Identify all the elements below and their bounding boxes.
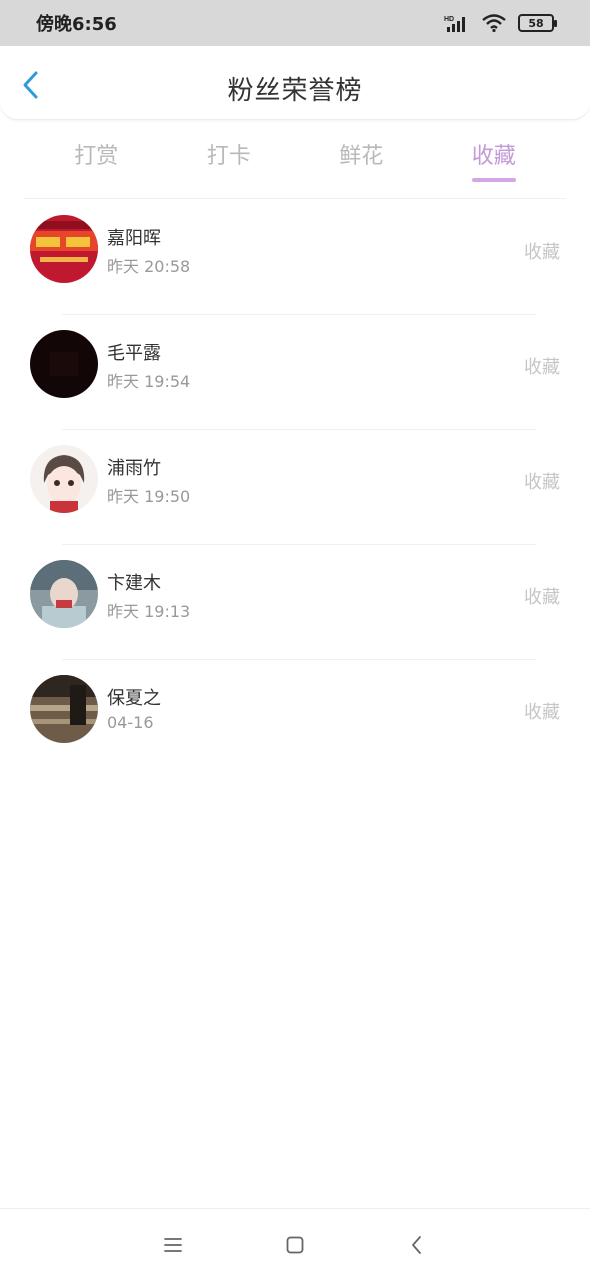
system-nav-bar [0, 1208, 590, 1280]
status-time: 傍晚6:56 [36, 14, 117, 35]
fan-list: 嘉阳晖 昨天 20:58 收藏 毛平露 昨天 19:54 收藏 浦雨竹 昨天 1… [0, 200, 590, 775]
tab-tip[interactable]: 打赏 [56, 128, 136, 182]
tabs-divider [24, 198, 566, 199]
user-name: 毛平露 [107, 343, 161, 364]
tab-favorites[interactable]: 收藏 [454, 128, 534, 182]
home-square-icon [286, 1236, 304, 1253]
status-bar: 傍晚6:56 HD 58 [0, 0, 590, 46]
list-item[interactable]: 浦雨竹 昨天 19:50 收藏 [0, 430, 590, 545]
back-nav-button[interactable] [407, 1235, 427, 1255]
avatar [30, 445, 98, 513]
list-item[interactable]: 卞建木 昨天 19:13 收藏 [0, 545, 590, 660]
wifi-icon [482, 14, 506, 32]
action-label: 收藏 [524, 702, 560, 723]
tab-bar: 打赏 打卡 鲜花 收藏 [30, 128, 560, 182]
tab-flowers[interactable]: 鲜花 [321, 128, 401, 182]
user-name: 卞建木 [107, 573, 161, 594]
hd-signal-icon: HD [444, 14, 470, 32]
action-label: 收藏 [524, 472, 560, 493]
menu-button[interactable] [163, 1235, 183, 1255]
user-name: 嘉阳晖 [107, 228, 161, 249]
user-time: 昨天 19:54 [107, 372, 191, 391]
home-button[interactable] [285, 1235, 305, 1255]
list-item[interactable]: 毛平露 昨天 19:54 收藏 [0, 315, 590, 430]
action-label: 收藏 [524, 242, 560, 263]
menu-icon [164, 1237, 182, 1252]
action-label: 收藏 [524, 357, 560, 378]
tab-checkin[interactable]: 打卡 [189, 128, 269, 182]
avatar [30, 675, 98, 743]
user-name: 保夏之 [107, 688, 161, 709]
avatar [30, 560, 98, 628]
page-title: 粉丝荣誉榜 [227, 76, 363, 106]
user-time: 昨天 19:13 [107, 602, 191, 621]
user-time: 04-16 [107, 713, 154, 732]
action-label: 收藏 [524, 587, 560, 608]
header: 粉丝荣誉榜 [0, 46, 590, 120]
back-arrow-icon [412, 1235, 421, 1254]
user-time: 昨天 20:58 [107, 257, 191, 276]
user-time: 昨天 19:50 [107, 487, 191, 506]
user-name: 浦雨竹 [107, 458, 161, 479]
network-label: HD [444, 16, 454, 23]
list-item[interactable]: 保夏之 04-16 收藏 [0, 660, 590, 775]
battery-icon: 58 [518, 14, 557, 32]
list-item[interactable]: 嘉阳晖 昨天 20:58 收藏 [0, 200, 590, 315]
avatar [30, 330, 98, 398]
status-icons: HD 58 [444, 14, 557, 32]
avatar [30, 215, 98, 283]
